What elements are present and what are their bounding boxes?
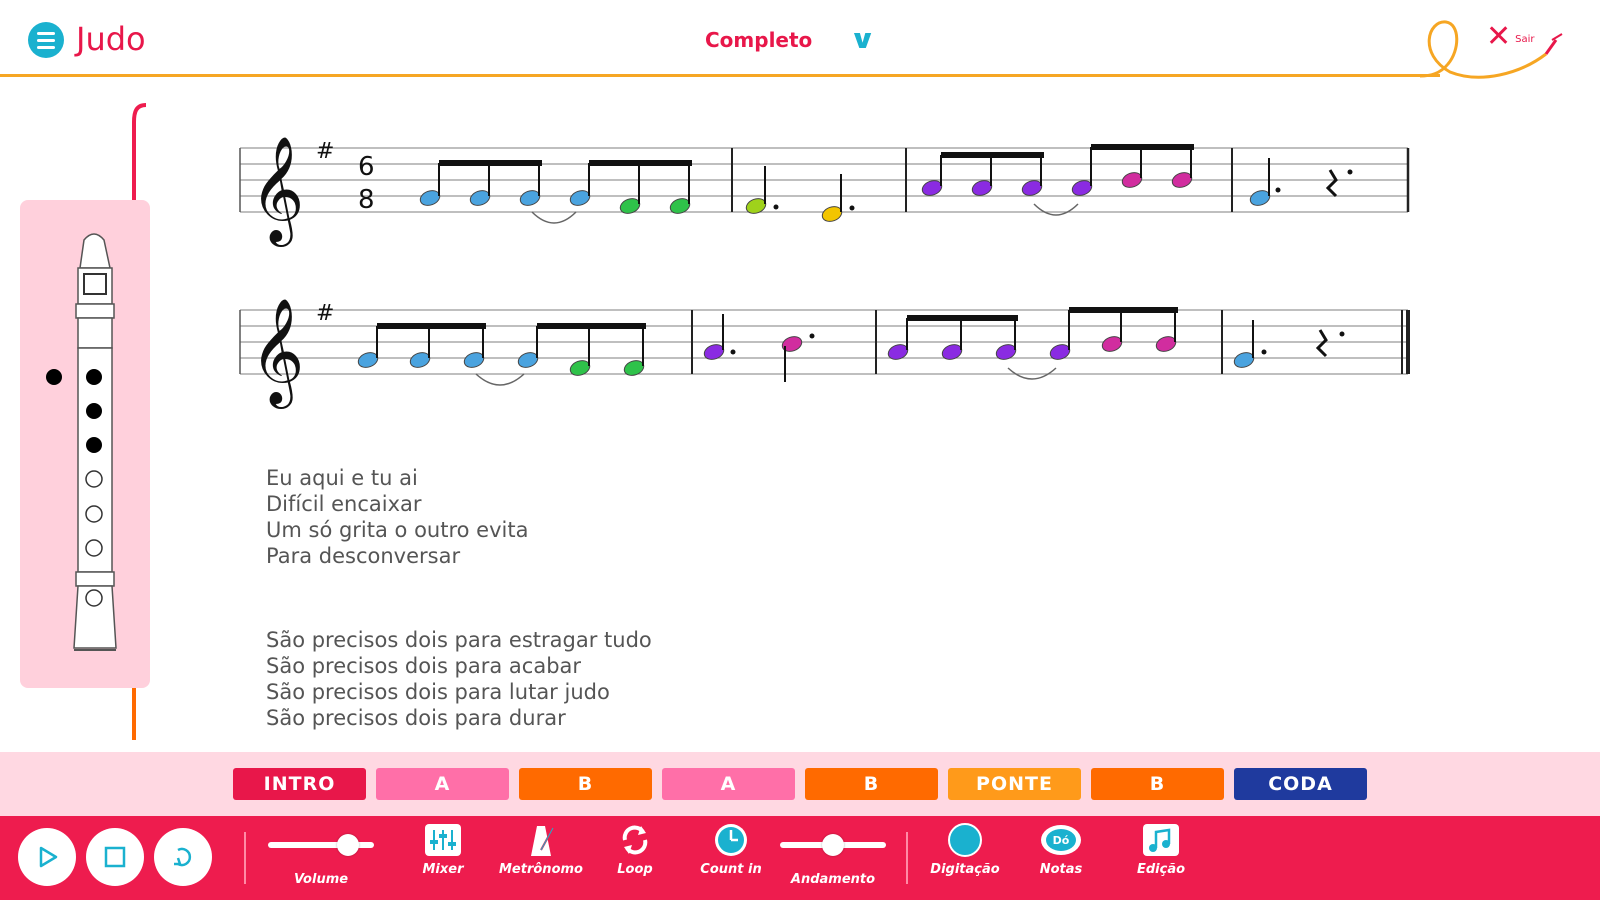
countin-button[interactable]: Count in xyxy=(686,822,776,877)
edit-button[interactable]: Edição xyxy=(1116,822,1206,877)
rewind-button[interactable] xyxy=(154,828,212,886)
mixer-icon xyxy=(425,824,461,856)
section-button-b[interactable]: B xyxy=(1091,768,1224,800)
exit-label: Sair xyxy=(1515,33,1535,45)
recorder-icon xyxy=(73,233,117,651)
notes-label: Notas xyxy=(1039,862,1083,877)
metronome-icon xyxy=(531,826,554,856)
key-signature-1: # xyxy=(316,139,334,164)
music-note[interactable] xyxy=(780,334,804,354)
lyric-line: Eu aqui e tu ai xyxy=(266,466,418,490)
time-signature-top: 6 xyxy=(358,152,375,182)
notes-button[interactable]: Dó Notas xyxy=(1016,822,1106,877)
staff-line-1: 𝄞 xyxy=(239,135,1410,247)
notes-icon: Dó xyxy=(1041,825,1081,855)
metronome-button[interactable]: Metrônomo xyxy=(496,822,586,877)
tempo-slider-knob[interactable] xyxy=(822,834,844,856)
fingering-button[interactable]: Digitação xyxy=(920,822,1010,877)
lyric-line: São precisos dois para estragar tudo xyxy=(266,628,652,652)
lyric-line: São precisos dois para lutar judo xyxy=(266,680,610,704)
notes-icon-text: Dó xyxy=(1053,834,1070,847)
staff-line-2: 𝄞 xyxy=(239,297,1410,409)
loop-icon xyxy=(622,825,648,855)
metronome-label: Metrônomo xyxy=(499,862,583,877)
loop-button[interactable]: Loop xyxy=(590,822,680,877)
close-icon: ✕ xyxy=(1486,19,1512,54)
section-button-b[interactable]: B xyxy=(519,768,652,800)
section-button-coda[interactable]: CODA xyxy=(1234,768,1367,800)
exit-button[interactable]: ✕ Sair xyxy=(1486,22,1535,52)
play-button[interactable] xyxy=(18,828,76,886)
toolbar-divider xyxy=(244,832,246,884)
countin-label: Count in xyxy=(700,862,762,877)
mixer-button[interactable]: Mixer xyxy=(398,822,488,877)
player-toolbar xyxy=(0,816,1600,900)
lyric-line: Um só grita o outro evita xyxy=(266,518,529,542)
rewind-icon xyxy=(174,847,192,867)
lyric-line: São precisos dois para acabar xyxy=(266,654,582,678)
volume-label: Volume xyxy=(293,872,349,887)
section-button-a[interactable]: A xyxy=(376,768,509,800)
music-note-icon xyxy=(1143,824,1179,856)
header-divider xyxy=(0,74,1440,77)
chevron-down-icon: ∨ xyxy=(849,25,877,55)
toolbar-divider xyxy=(906,832,908,884)
lyric-line: Difícil encaixar xyxy=(266,492,422,516)
play-icon xyxy=(39,846,58,868)
treble-clef-icon: 𝄞 xyxy=(250,135,304,247)
tempo-label: Andamento xyxy=(790,872,876,887)
treble-clef-icon: 𝄞 xyxy=(250,297,304,409)
fingering-label: Digitação xyxy=(930,862,1000,877)
time-signature-bottom: 8 xyxy=(358,185,375,215)
stop-button[interactable] xyxy=(86,828,144,886)
clock-icon xyxy=(715,824,747,856)
volume-slider-knob[interactable] xyxy=(336,834,359,856)
section-button-b[interactable]: B xyxy=(805,768,938,800)
lyric-line: São precisos dois para durar xyxy=(266,706,566,730)
tempo-slider[interactable] xyxy=(780,834,886,856)
music-score[interactable]: 𝄞 𝄞 6 8 # # xyxy=(230,100,1450,420)
menu-icon[interactable] xyxy=(28,22,64,58)
section-button-ponte[interactable]: PONTE xyxy=(948,768,1081,800)
view-mode-select[interactable]: Completo ∨ xyxy=(705,22,877,58)
thumb-hole-closed xyxy=(46,369,62,385)
song-title: Judo xyxy=(76,20,146,58)
stop-icon xyxy=(104,846,126,868)
key-signature-2: # xyxy=(316,301,334,326)
lyric-line: Para desconversar xyxy=(266,544,461,568)
section-button-a[interactable]: A xyxy=(662,768,795,800)
mixer-label: Mixer xyxy=(422,862,464,877)
volume-slider[interactable] xyxy=(268,834,374,856)
view-mode-label: Completo xyxy=(705,28,813,52)
section-button-intro[interactable]: INTRO xyxy=(233,768,366,800)
fingering-icon xyxy=(948,823,982,857)
edit-label: Edição xyxy=(1136,862,1186,877)
loop-label: Loop xyxy=(617,862,653,877)
